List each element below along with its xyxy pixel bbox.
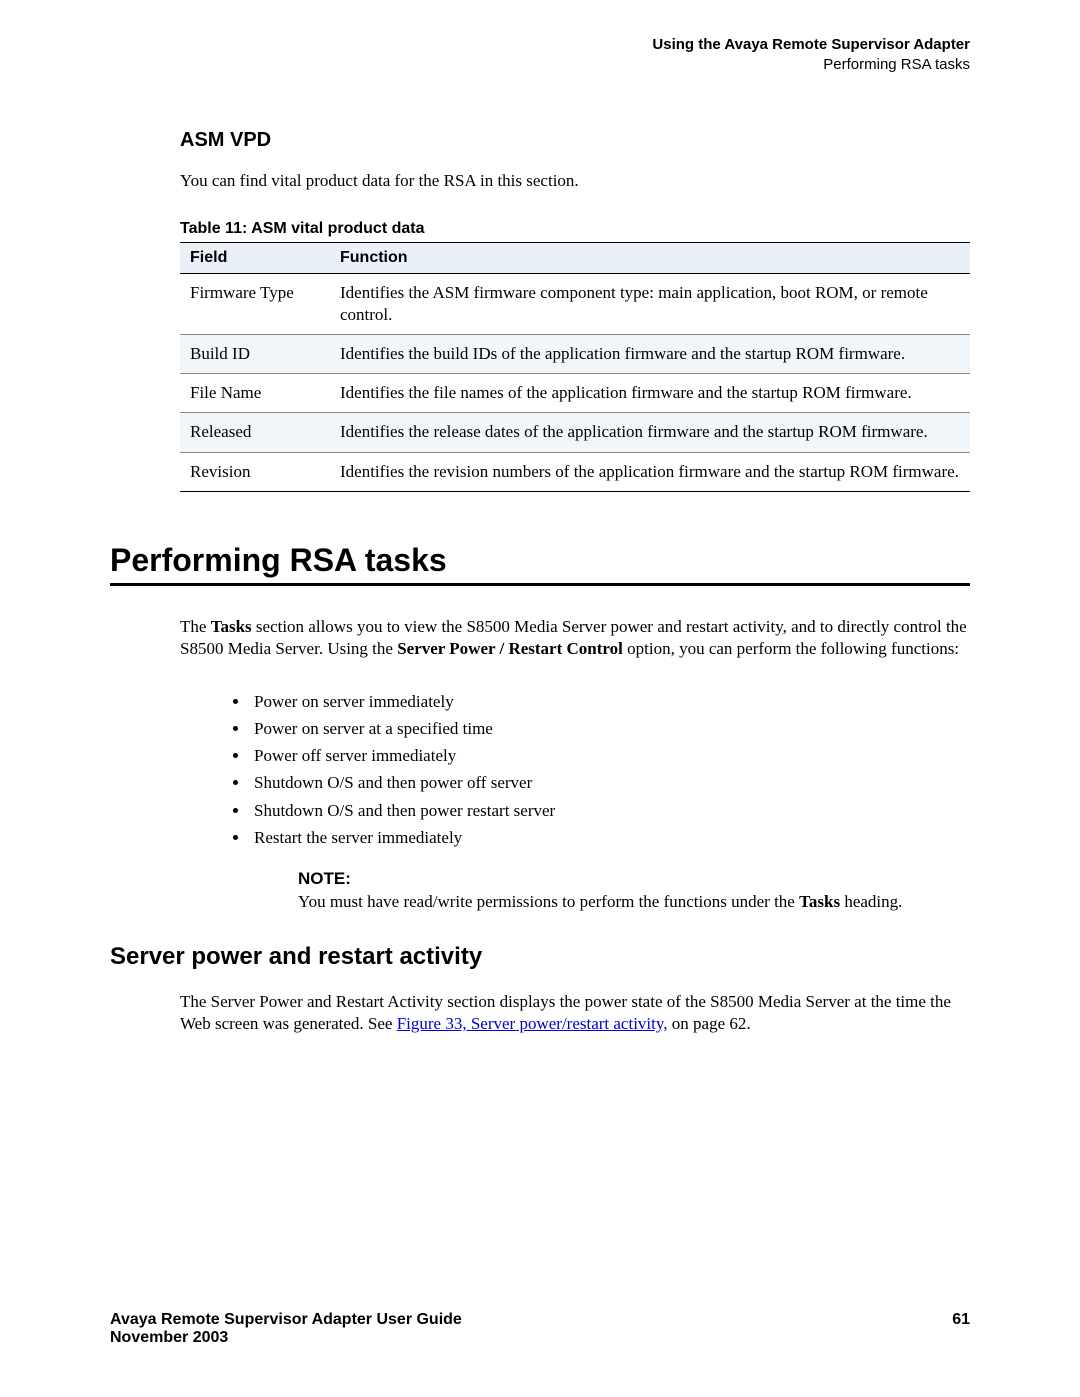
cell-function: Identifies the build IDs of the applicat…: [330, 335, 970, 374]
table-row: Build ID Identifies the build IDs of the…: [180, 335, 970, 374]
cell-function: Identifies the release dates of the appl…: [330, 413, 970, 452]
heading-asm-vpd: ASM VPD: [180, 129, 970, 152]
list-item: Power off server immediately: [250, 742, 970, 769]
running-header: Using the Avaya Remote Supervisor Adapte…: [110, 35, 970, 74]
cell-field: Revision: [180, 452, 330, 491]
table-asm-vpd: Field Function Firmware Type Identifies …: [180, 242, 970, 492]
cell-field: Released: [180, 413, 330, 452]
note-block: NOTE: You must have read/write permissio…: [298, 869, 970, 913]
asm-vpd-intro: You can find vital product data for the …: [180, 170, 970, 192]
link-figure-33[interactable]: Figure 33, Server power/restart activity…: [397, 1014, 668, 1033]
list-item: Shutdown O/S and then power off server: [250, 769, 970, 796]
list-item: Restart the server immediately: [250, 824, 970, 851]
header-chapter: Using the Avaya Remote Supervisor Adapte…: [110, 35, 970, 55]
table-row: Revision Identifies the revision numbers…: [180, 452, 970, 491]
footer-date: November 2003: [110, 1329, 970, 1347]
rsa-tasks-list: Power on server immediately Power on ser…: [180, 688, 970, 851]
cell-function: Identifies the revision numbers of the a…: [330, 452, 970, 491]
table-row: File Name Identifies the file names of t…: [180, 374, 970, 413]
col-field: Field: [180, 243, 330, 274]
heading-server-power: Server power and restart activity: [110, 943, 970, 971]
section-asm-vpd: ASM VPD You can find vital product data …: [180, 129, 970, 492]
section-performing-rsa-tasks: Performing RSA tasks The Tasks section a…: [110, 542, 970, 1036]
table-caption: Table 11: ASM vital product data: [180, 220, 970, 238]
cell-field: File Name: [180, 374, 330, 413]
list-item: Power on server at a specified time: [250, 715, 970, 742]
note-label: NOTE:: [298, 869, 970, 889]
table-row: Firmware Type Identifies the ASM firmwar…: [180, 274, 970, 335]
cell-field: Firmware Type: [180, 274, 330, 335]
page-footer: Avaya Remote Supervisor Adapter User Gui…: [110, 1311, 970, 1347]
heading-performing-rsa-tasks: Performing RSA tasks: [110, 542, 970, 579]
page-number: 61: [952, 1311, 970, 1329]
footer-title: Avaya Remote Supervisor Adapter User Gui…: [110, 1311, 970, 1329]
cell-function: Identifies the ASM firmware component ty…: [330, 274, 970, 335]
heading-rule: [110, 583, 970, 586]
note-text: You must have read/write permissions to …: [298, 891, 970, 913]
list-item: Power on server immediately: [250, 688, 970, 715]
cell-function: Identifies the file names of the applica…: [330, 374, 970, 413]
col-function: Function: [330, 243, 970, 274]
server-power-para: The Server Power and Restart Activity se…: [180, 991, 970, 1035]
page: Using the Avaya Remote Supervisor Adapte…: [0, 0, 1080, 1397]
list-item: Shutdown O/S and then power restart serv…: [250, 797, 970, 824]
cell-field: Build ID: [180, 335, 330, 374]
table-row: Released Identifies the release dates of…: [180, 413, 970, 452]
rsa-tasks-intro: The Tasks section allows you to view the…: [180, 616, 970, 660]
header-section: Performing RSA tasks: [110, 55, 970, 75]
